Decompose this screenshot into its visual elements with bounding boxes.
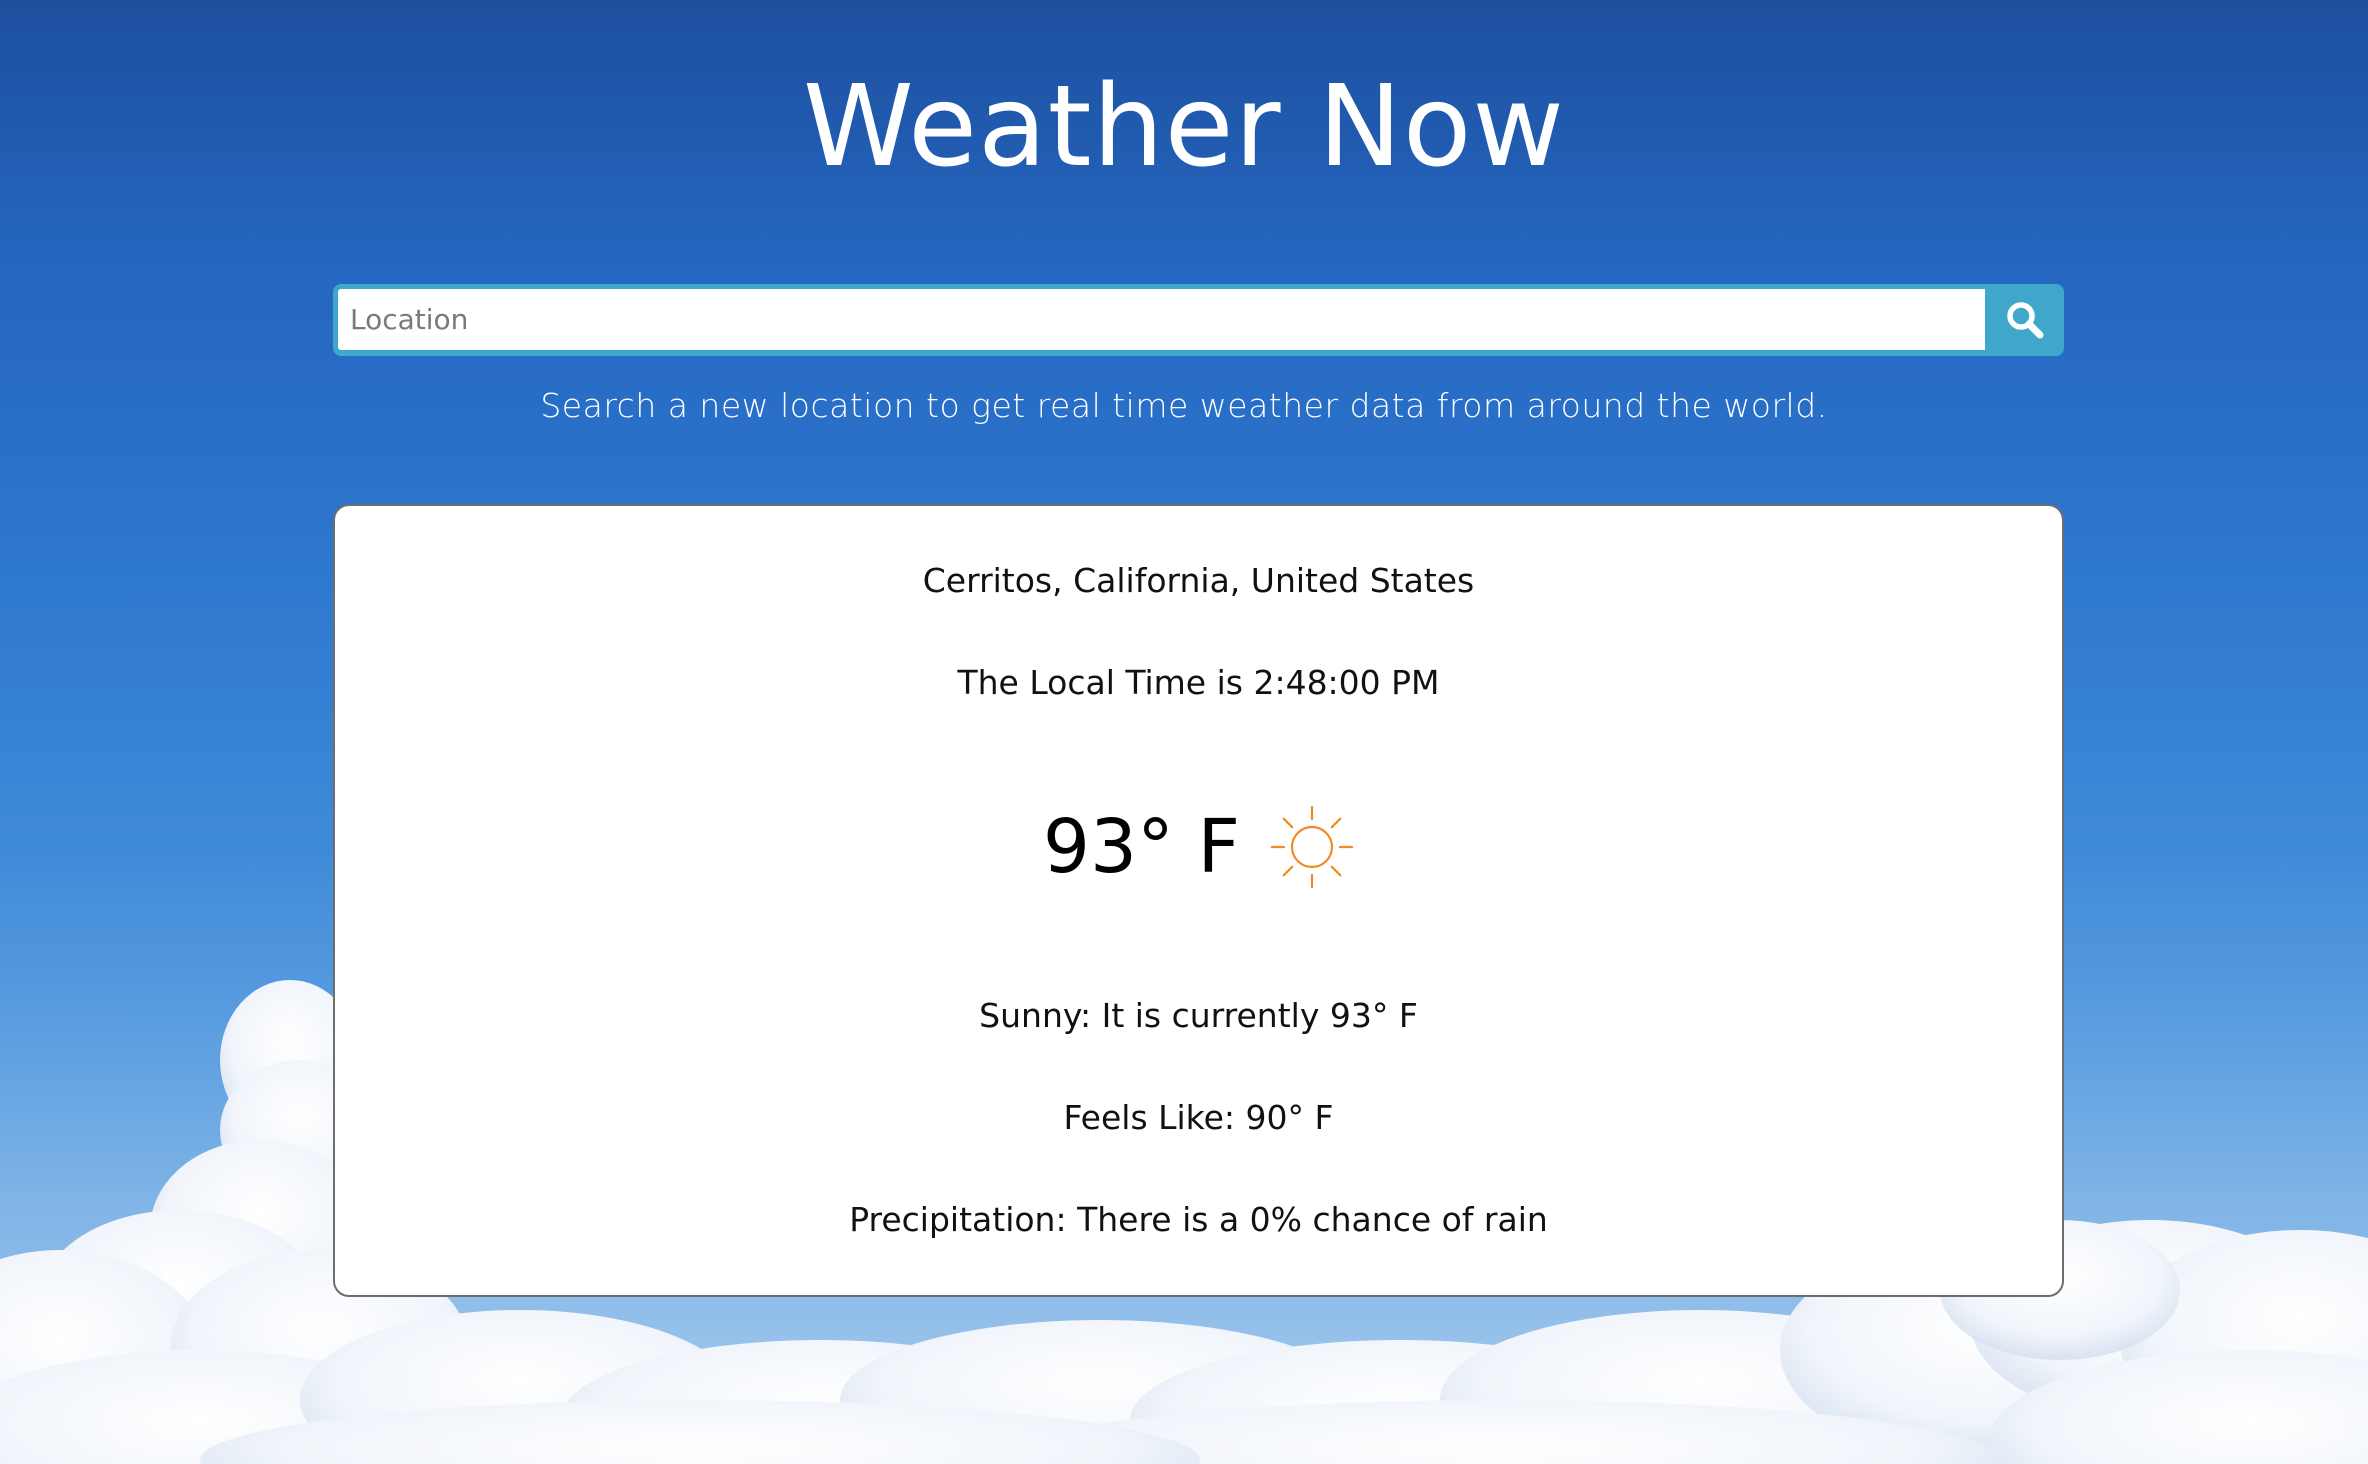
search-hint: Search a new location to get real time w…	[540, 386, 1828, 425]
search-button[interactable]	[1985, 284, 2064, 356]
temperature-value: 93° F	[1042, 804, 1241, 890]
location-name: Cerritos, California, United States	[922, 561, 1475, 600]
search-icon	[2006, 302, 2043, 339]
app-title: Weather Now	[802, 62, 1566, 192]
local-time: The Local Time is 2:48:00 PM	[957, 663, 1440, 702]
condition-text: Sunny: It is currently 93° F	[979, 996, 1418, 1035]
search-bar	[333, 284, 2064, 356]
temperature-row: 93° F	[335, 804, 2062, 890]
precipitation-text: Precipitation: There is a 0% chance of r…	[849, 1200, 1548, 1239]
location-search-input[interactable]	[338, 289, 1985, 350]
weather-card: Cerritos, California, United States The …	[333, 504, 2064, 1297]
feels-like-text: Feels Like: 90° F	[1063, 1098, 1334, 1137]
sun-icon	[1271, 805, 1354, 889]
